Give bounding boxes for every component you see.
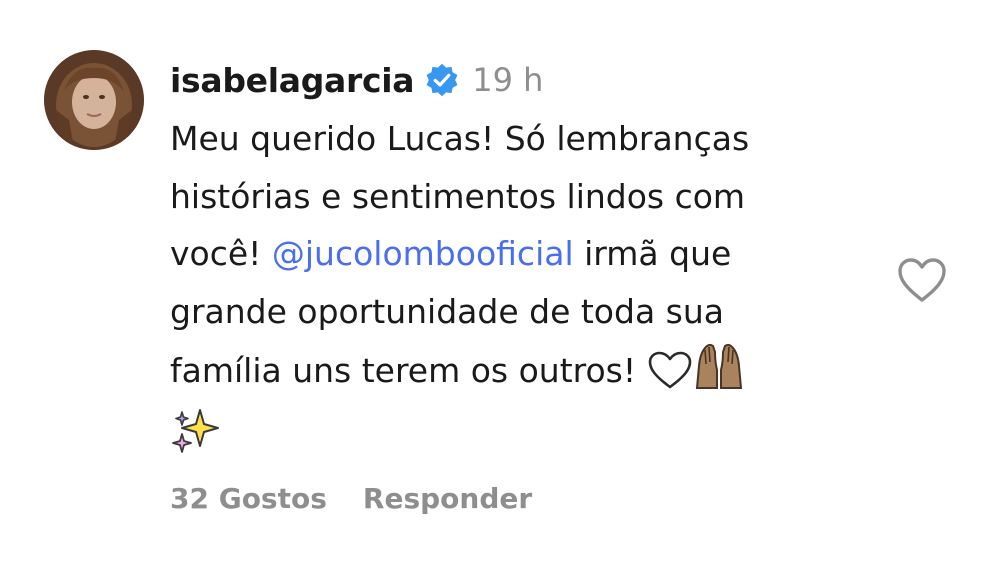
comment: isabelagarcia 19 h Meu querido Lucas! Só… [0,0,1000,574]
comment-header: isabelagarcia 19 h [170,58,543,102]
comment-text-line1: Meu querido Lucas! Só lembranças [170,119,750,158]
mention-link[interactable]: @jucolombooficial [272,234,574,273]
sparkles-emoji-icon [170,408,222,474]
comment-text: Meu querido Lucas! Só lembranças história… [170,110,860,473]
verified-badge-icon [424,62,460,98]
raised-hands-emoji-icon [693,340,745,408]
reply-button[interactable]: Responder [363,482,532,515]
comment-timestamp[interactable]: 19 h [472,61,543,99]
comment-text-line2: histórias e sentimentos lindos com [170,176,746,216]
like-heart-icon[interactable] [896,256,948,304]
comment-text-line3-end: irmã que [573,234,732,273]
comment-text-line5: família uns terem os outros! [170,351,647,390]
comment-footer: 32 Gostos Responder [170,476,532,520]
white-heart-emoji-icon [647,350,693,408]
avatar[interactable] [44,50,144,150]
username[interactable]: isabelagarcia [170,61,415,100]
comment-text-line4: grande oportunidade de toda sua [170,291,724,331]
likes-count[interactable]: 32 Gostos [170,482,327,515]
comment-text-line3-start: você! [170,234,272,273]
